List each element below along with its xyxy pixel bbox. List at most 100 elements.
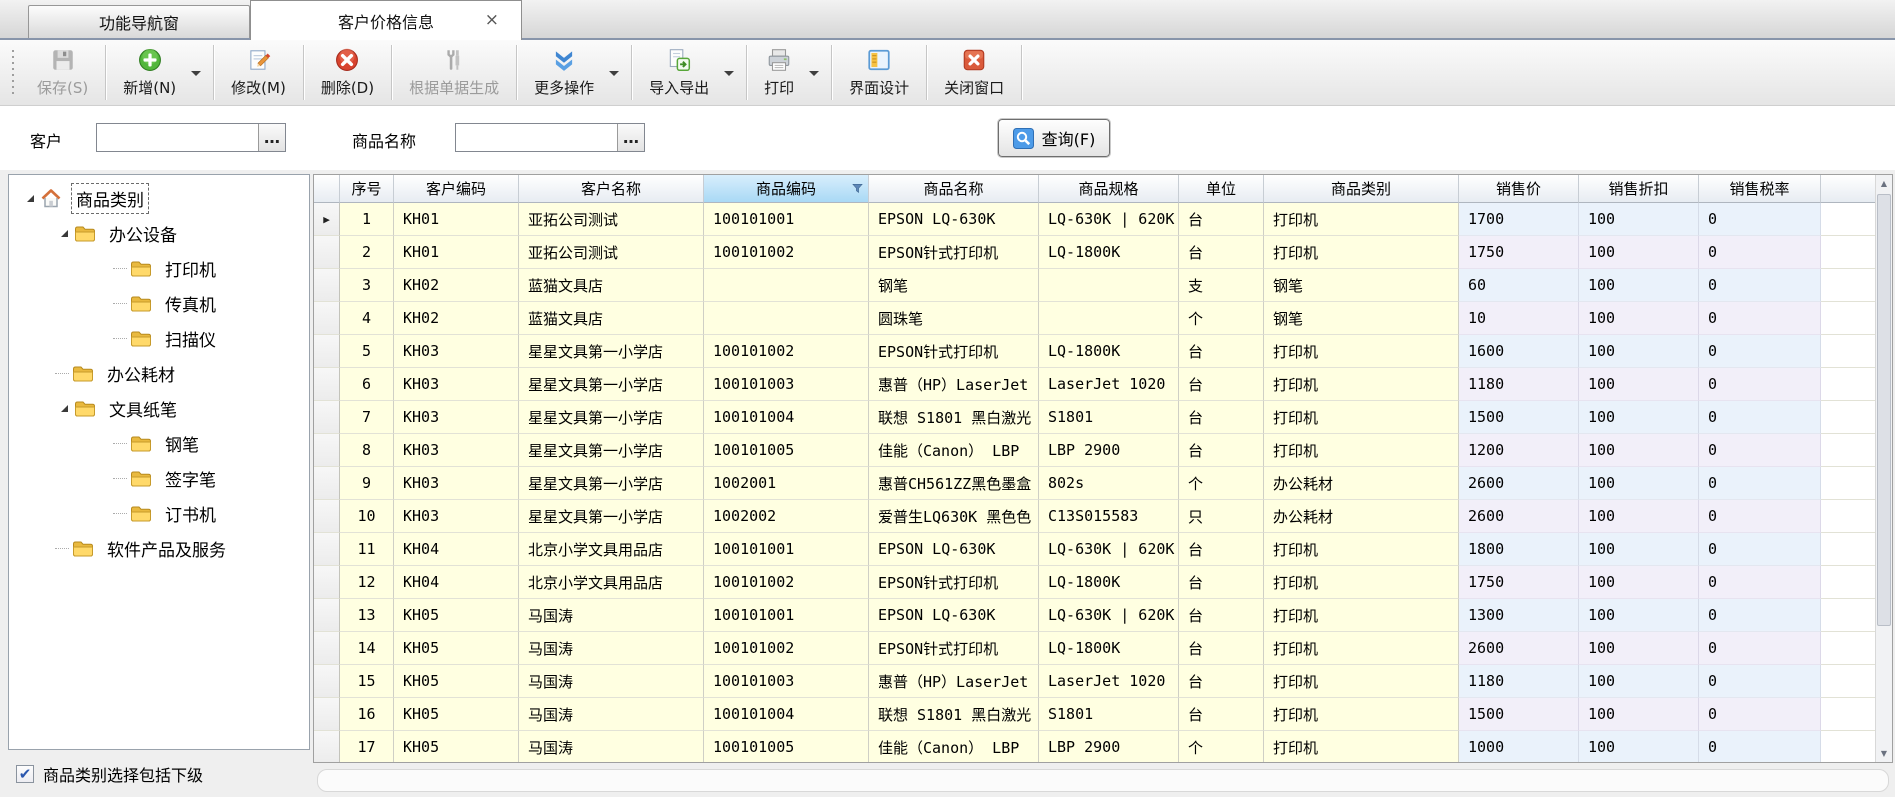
table-row[interactable]: 11KH04北京小学文具用品店100101001EPSON LQ-630KLQ-… bbox=[314, 533, 1875, 566]
cell-销售税率: 0 bbox=[1699, 434, 1821, 467]
cell-商品名称: 佳能（Canon） LBP bbox=[869, 434, 1039, 467]
cell-客户名称: 北京小学文具用品店 bbox=[519, 566, 704, 599]
table-row[interactable]: 3KH02蓝猫文具店钢笔支钢笔601000 bbox=[314, 269, 1875, 302]
column-header-单位[interactable]: 单位 bbox=[1179, 175, 1264, 203]
cell-销售税率: 0 bbox=[1699, 731, 1821, 762]
tree-node-软件产品及服务[interactable]: 软件产品及服务 bbox=[9, 531, 309, 566]
tab-customer-price-info[interactable]: 客户价格信息 × bbox=[250, 0, 522, 40]
column-header-label: 商品类别 bbox=[1331, 178, 1391, 199]
dropdown-arrow-icon[interactable] bbox=[191, 71, 201, 81]
folder-icon bbox=[129, 327, 153, 351]
cell-销售价: 1200 bbox=[1459, 434, 1579, 467]
tree-node-订书机[interactable]: 订书机 bbox=[9, 496, 309, 531]
row-indicator bbox=[314, 632, 340, 665]
tree-node-文具纸笔[interactable]: 文具纸笔 bbox=[9, 391, 309, 426]
table-row[interactable]: 10KH03星星文具第一小学店1002002爱普生LQ630K 黑色色C13S0… bbox=[314, 500, 1875, 533]
tree-expander-icon[interactable] bbox=[55, 400, 73, 418]
toolbar-button-generate[interactable]: 根据单据生成 bbox=[394, 40, 514, 105]
customer-browse-button[interactable]: … bbox=[258, 124, 285, 151]
tree-expander-icon[interactable] bbox=[55, 225, 73, 243]
cell-销售税率: 0 bbox=[1699, 269, 1821, 302]
tree-node-钢笔[interactable]: 钢笔 bbox=[9, 426, 309, 461]
horizontal-scrollbar[interactable] bbox=[317, 769, 1889, 792]
scrollbar-thumb[interactable] bbox=[1877, 194, 1891, 626]
cell-单位: 台 bbox=[1179, 368, 1264, 401]
table-row[interactable]: ▶1KH01亚拓公司测试100101001EPSON LQ-630KLQ-630… bbox=[314, 203, 1875, 236]
cell-单位: 只 bbox=[1179, 500, 1264, 533]
cell-商品规格: LaserJet 1020 bbox=[1039, 665, 1179, 698]
table-row[interactable]: 9KH03星星文具第一小学店1002001惠普CH561ZZ黑色墨盒802s个办… bbox=[314, 467, 1875, 500]
table-row[interactable]: 16KH05马国涛100101004联想 S1801 黑白激光S1801台打印机… bbox=[314, 698, 1875, 731]
tab-close-icon[interactable]: × bbox=[485, 11, 499, 29]
toolbar-button-add[interactable]: 新增(N) bbox=[108, 40, 191, 105]
tree-node-label: 文具纸笔 bbox=[105, 394, 181, 423]
query-button[interactable]: 查询(F) bbox=[998, 119, 1110, 157]
column-header-商品编码[interactable]: 商品编码 bbox=[704, 175, 869, 203]
table-row[interactable]: 5KH03星星文具第一小学店100101002EPSON针式打印机LQ-1800… bbox=[314, 335, 1875, 368]
toolbar-button-save[interactable]: 保存(S) bbox=[22, 40, 103, 105]
toolbar-group: 保存(S) bbox=[22, 40, 103, 105]
dropdown-arrow-icon[interactable] bbox=[609, 71, 619, 81]
toolbar-button-closewin[interactable]: 关闭窗口 bbox=[929, 40, 1019, 105]
table-row[interactable]: 15KH05马国涛100101003惠普（HP）LaserJetLaserJet… bbox=[314, 665, 1875, 698]
row-filler bbox=[1821, 236, 1875, 269]
tree-expander-icon[interactable] bbox=[21, 190, 39, 208]
table-row[interactable]: 6KH03星星文具第一小学店100101003惠普（HP）LaserJetLas… bbox=[314, 368, 1875, 401]
table-row[interactable]: 14KH05马国涛100101002EPSON针式打印机LQ-1800K台打印机… bbox=[314, 632, 1875, 665]
customer-label: 客户 bbox=[30, 128, 62, 152]
tree-node-签字笔[interactable]: 签字笔 bbox=[9, 461, 309, 496]
tree-node-扫描仪[interactable]: 扫描仪 bbox=[9, 321, 309, 356]
include-sublevel-checkbox[interactable]: ✔ bbox=[16, 765, 34, 783]
scroll-down-icon[interactable]: ▼ bbox=[1876, 745, 1892, 762]
cell-商品规格 bbox=[1039, 269, 1179, 302]
column-header-序号[interactable]: 序号 bbox=[340, 175, 394, 203]
column-header-客户编码[interactable]: 客户编码 bbox=[394, 175, 519, 203]
toolbar-button-print[interactable]: 打印 bbox=[749, 40, 809, 105]
cell-序号: 10 bbox=[340, 500, 394, 533]
column-header-销售税率[interactable]: 销售税率 bbox=[1699, 175, 1821, 203]
toolbar-button-more[interactable]: 更多操作 bbox=[519, 40, 609, 105]
cell-销售价: 2600 bbox=[1459, 632, 1579, 665]
tree-node-办公设备[interactable]: 办公设备 bbox=[9, 216, 309, 251]
toolbar-grip-handle[interactable] bbox=[9, 50, 17, 95]
tree-node-传真机[interactable]: 传真机 bbox=[9, 286, 309, 321]
filter-icon[interactable] bbox=[851, 181, 864, 199]
folder-icon bbox=[129, 502, 153, 526]
table-row[interactable]: 17KH05马国涛100101005佳能（Canon） LBPLBP 2900个… bbox=[314, 731, 1875, 762]
column-header-销售折扣[interactable]: 销售折扣 bbox=[1579, 175, 1699, 203]
row-indicator bbox=[314, 236, 340, 269]
toolbar-button-impexp[interactable]: 导入导出 bbox=[634, 40, 724, 105]
table-row[interactable]: 12KH04北京小学文具用品店100101002EPSON针式打印机LQ-180… bbox=[314, 566, 1875, 599]
tree-node-办公耗材[interactable]: 办公耗材 bbox=[9, 356, 309, 391]
toolbar-button-delete[interactable]: 删除(D) bbox=[306, 40, 389, 105]
product-browse-button[interactable]: … bbox=[617, 124, 644, 151]
tree-node-商品类别[interactable]: 商品类别 bbox=[9, 181, 309, 216]
customer-input[interactable] bbox=[97, 124, 258, 151]
column-header-商品类别[interactable]: 商品类别 bbox=[1264, 175, 1459, 203]
toolbar-button-design[interactable]: 界面设计 bbox=[834, 40, 924, 105]
tree-connector bbox=[113, 338, 127, 339]
vertical-scrollbar[interactable]: ▲ ▼ bbox=[1875, 175, 1892, 762]
scroll-up-icon[interactable]: ▲ bbox=[1876, 175, 1892, 192]
dropdown-arrow-icon[interactable] bbox=[724, 71, 734, 81]
table-row[interactable]: 8KH03星星文具第一小学店100101005佳能（Canon） LBPLBP … bbox=[314, 434, 1875, 467]
column-header-label: 客户编码 bbox=[426, 178, 486, 199]
product-name-input[interactable] bbox=[456, 124, 617, 151]
column-header-客户名称[interactable]: 客户名称 bbox=[519, 175, 704, 203]
table-row[interactable]: 2KH01亚拓公司测试100101002EPSON针式打印机LQ-1800K台打… bbox=[314, 236, 1875, 269]
column-header-商品规格[interactable]: 商品规格 bbox=[1039, 175, 1179, 203]
table-row[interactable]: 13KH05马国涛100101001EPSON LQ-630KLQ-630K |… bbox=[314, 599, 1875, 632]
tree-connector bbox=[113, 478, 127, 479]
column-header-label: 销售价 bbox=[1496, 178, 1541, 199]
table-row[interactable]: 4KH02蓝猫文具店圆珠笔个钢笔101000 bbox=[314, 302, 1875, 335]
toolbar-button-edit[interactable]: 修改(M) bbox=[216, 40, 301, 105]
generate-icon bbox=[441, 47, 467, 73]
column-header-商品名称[interactable]: 商品名称 bbox=[869, 175, 1039, 203]
dropdown-arrow-icon[interactable] bbox=[809, 71, 819, 81]
tab-function-navigator[interactable]: 功能导航窗 bbox=[28, 5, 250, 38]
folder-icon bbox=[73, 397, 97, 421]
cell-客户名称: 星星文具第一小学店 bbox=[519, 401, 704, 434]
column-header-销售价[interactable]: 销售价 bbox=[1459, 175, 1579, 203]
table-row[interactable]: 7KH03星星文具第一小学店100101004联想 S1801 黑白激光S180… bbox=[314, 401, 1875, 434]
tree-node-打印机[interactable]: 打印机 bbox=[9, 251, 309, 286]
